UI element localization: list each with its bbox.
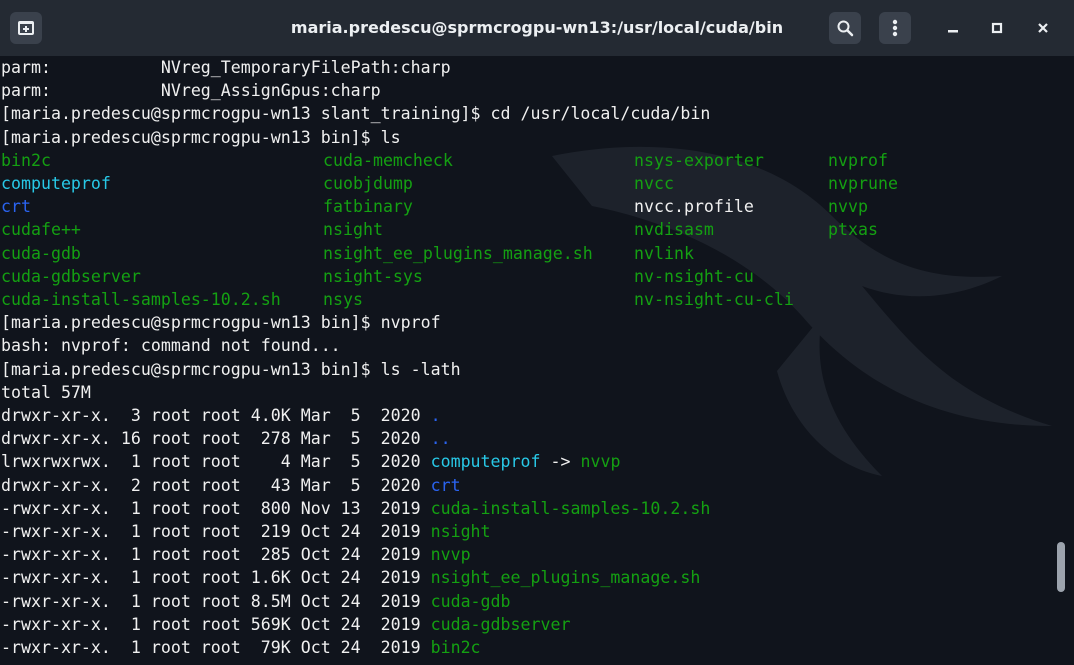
titlebar: maria.predescu@sprmcrogpu-wn13:/usr/loca… bbox=[0, 0, 1074, 56]
terminal-line: bash: nvprof: command not found... bbox=[1, 336, 341, 356]
ls-entry: cuda-gdb bbox=[1, 243, 81, 263]
ls-long-name: cuda-install-samples-10.2.sh bbox=[430, 498, 711, 518]
menu-button[interactable] bbox=[879, 12, 911, 44]
ls-entry: cudafe++ bbox=[1, 220, 81, 240]
ls-long-arrow: -> bbox=[540, 452, 581, 472]
minimize-icon bbox=[948, 30, 958, 33]
ls-long-meta: -rwxr-xr-x. 1 root root 8.5M Oct 24 2019 bbox=[1, 591, 431, 611]
ls-long-name: nvvp bbox=[430, 545, 471, 565]
ls-entry: cuda-gdbserver bbox=[1, 266, 141, 286]
ls-long-row: lrwxrwxrwx. 1 root root 4 Mar 5 2020 com… bbox=[1, 450, 620, 473]
ls-long-row: -rwxr-xr-x. 1 root root 8.5M Oct 24 2019… bbox=[1, 590, 511, 613]
ls-long-name: bin2c bbox=[430, 638, 481, 657]
ls-entry: cuobjdump bbox=[323, 174, 413, 193]
close-button[interactable] bbox=[1027, 12, 1059, 44]
terminal-window: maria.predescu@sprmcrogpu-wn13:/usr/loca… bbox=[0, 0, 1074, 665]
terminal-line: parm: NVreg_AssignGpus:charp bbox=[1, 81, 381, 101]
terminal-line: [maria.predescu@sprmcrogpu-wn13 bin]$ nv… bbox=[1, 313, 441, 333]
ls-long-name: cuda-gdb bbox=[430, 591, 511, 611]
ls-long-row: -rwxr-xr-x. 1 root root 219 Oct 24 2019 … bbox=[1, 520, 491, 543]
ls-long-row: drwxr-xr-x. 16 root root 278 Mar 5 2020 … bbox=[1, 427, 451, 450]
ls-long-name: computeprof bbox=[430, 452, 541, 472]
ls-long-meta: -rwxr-xr-x. 1 root root 569K Oct 24 2019 bbox=[1, 614, 431, 634]
ls-long-name: nsight_ee_plugins_manage.sh bbox=[430, 568, 701, 588]
ls-entry: bin2c bbox=[1, 150, 51, 170]
ls-entry: fatbinary bbox=[323, 197, 413, 217]
window-title: maria.predescu@sprmcrogpu-wn13:/usr/loca… bbox=[290, 18, 784, 37]
search-button[interactable] bbox=[829, 12, 861, 44]
ls-long-name: nsight bbox=[430, 522, 491, 541]
scrollbar-thumb[interactable] bbox=[1057, 542, 1065, 592]
ls-entry: nvcc bbox=[634, 174, 674, 193]
ls-long-meta: drwxr-xr-x. 16 root root 278 Mar 5 2020 bbox=[1, 429, 431, 449]
ls-entry: cuda-memcheck bbox=[323, 150, 453, 170]
ls-long-row: drwxr-xr-x. 2 root root 43 Mar 5 2020 cr… bbox=[1, 474, 461, 497]
ls-entry: nsight-sys bbox=[323, 266, 423, 286]
terminal-line: [maria.predescu@sprmcrogpu-wn13 bin]$ ls… bbox=[1, 359, 461, 379]
ls-entry: nsys bbox=[323, 290, 363, 309]
ls-long-name: .. bbox=[430, 429, 451, 449]
ls-long-meta: -rwxr-xr-x. 1 root root 285 Oct 24 2019 bbox=[1, 545, 431, 565]
ls-long-name: crt bbox=[430, 475, 461, 495]
ls-long-name: . bbox=[430, 406, 441, 425]
ls-entry: nvlink bbox=[634, 243, 694, 263]
ls-long-meta: -rwxr-xr-x. 1 root root 219 Oct 24 2019 bbox=[1, 522, 431, 541]
kebab-menu-icon bbox=[892, 19, 898, 37]
ls-long-row: -rwxr-xr-x. 1 root root 1.6K Oct 24 2019… bbox=[1, 566, 700, 589]
ls-long-meta: -rwxr-xr-x. 1 root root 1.6K Oct 24 2019 bbox=[1, 568, 431, 588]
ls-long-row: -rwxr-xr-x. 1 root root 79K Oct 24 2019 … bbox=[1, 636, 481, 659]
ls-entry: nvprof bbox=[828, 150, 888, 170]
ls-long-meta: drwxr-xr-x. 2 root root 43 Mar 5 2020 bbox=[1, 475, 431, 495]
ls-entry: ptxas bbox=[828, 220, 878, 240]
ls-entry: computeprof bbox=[1, 174, 111, 193]
ls-entry: nv-nsight-cu-cli bbox=[634, 290, 794, 309]
ls-entry: nvvp bbox=[828, 197, 868, 217]
ls-long-meta: -rwxr-xr-x. 1 root root 79K Oct 24 2019 bbox=[1, 638, 431, 657]
maximize-button[interactable] bbox=[981, 12, 1013, 44]
minimize-button[interactable] bbox=[937, 12, 969, 44]
ls-entry: nsys-exporter bbox=[634, 150, 764, 170]
ls-entry: nsight_ee_plugins_manage.sh bbox=[323, 243, 593, 263]
ls-entry: nvdisasm bbox=[634, 220, 714, 240]
terminal-output[interactable]: parm: NVreg_TemporaryFilePath:charp parm:… bbox=[0, 56, 1052, 665]
terminal-line: [maria.predescu@sprmcrogpu-wn13 bin]$ ls bbox=[1, 127, 401, 147]
ls-long-row: -rwxr-xr-x. 1 root root 285 Oct 24 2019 … bbox=[1, 543, 471, 566]
ls-long-meta: drwxr-xr-x. 3 root root 4.0K Mar 5 2020 bbox=[1, 406, 431, 425]
ls-entry: nvprune bbox=[828, 174, 898, 193]
ls-entry: nsight bbox=[323, 220, 383, 240]
search-icon bbox=[837, 20, 854, 37]
terminal-line: parm: NVreg_TemporaryFilePath:charp bbox=[1, 58, 451, 77]
ls-long-row: -rwxr-xr-x. 1 root root 800 Nov 13 2019 … bbox=[1, 497, 710, 520]
ls-entry: nvcc.profile bbox=[634, 197, 754, 217]
ls-long-meta: lrwxrwxrwx. 1 root root 4 Mar 5 2020 bbox=[1, 452, 431, 472]
terminal-line: total 57M bbox=[1, 382, 91, 402]
ls-entry: nv-nsight-cu bbox=[634, 266, 754, 286]
ls-entry: crt bbox=[1, 197, 31, 217]
maximize-icon bbox=[991, 22, 1003, 34]
ls-long-row: -rwxr-xr-x. 1 root root 569K Oct 24 2019… bbox=[1, 613, 570, 636]
close-icon bbox=[1038, 23, 1048, 33]
ls-long-target: nvvp bbox=[580, 452, 621, 472]
ls-long-meta: -rwxr-xr-x. 1 root root 800 Nov 13 2019 bbox=[1, 498, 431, 518]
ls-entry: cuda-install-samples-10.2.sh bbox=[1, 290, 281, 309]
ls-long-row: drwxr-xr-x. 3 root root 4.0K Mar 5 2020 … bbox=[1, 404, 441, 427]
terminal-line: [maria.predescu@sprmcrogpu-wn13 slant_tr… bbox=[1, 104, 711, 124]
ls-long-name: cuda-gdbserver bbox=[430, 614, 571, 634]
